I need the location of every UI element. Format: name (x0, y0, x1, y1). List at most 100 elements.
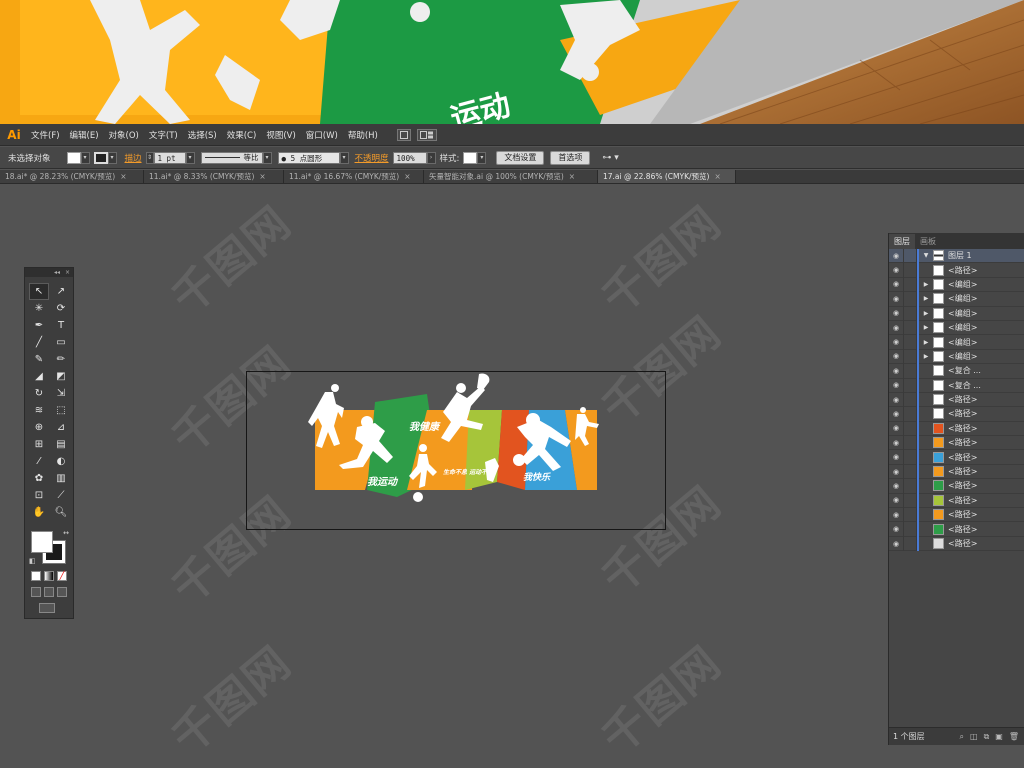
layer-row[interactable]: ◉ <路径> (889, 406, 1024, 422)
opacity-label[interactable]: 不透明度 (355, 152, 389, 164)
lock-toggle[interactable] (903, 536, 917, 551)
eye-icon[interactable]: ◉ (889, 396, 903, 404)
magic-wand-tool-icon[interactable]: ✳ (29, 300, 49, 317)
doc-tab-active[interactable]: 17.ai @ 22.86% (CMYK/预览) × (598, 170, 736, 183)
layer-row[interactable]: ◉ <路径> (889, 449, 1024, 465)
eye-icon[interactable]: ◉ (889, 324, 903, 332)
new-layer-icon[interactable]: ▣ (995, 732, 1003, 742)
eye-icon[interactable]: ◉ (889, 352, 903, 360)
lock-toggle[interactable] (903, 449, 917, 465)
paintbrush-tool-icon[interactable]: ✎ (29, 351, 49, 368)
close-icon[interactable]: × (714, 172, 720, 181)
perspective-grid-tool-icon[interactable]: ⊿ (51, 419, 71, 436)
eye-icon[interactable]: ◉ (889, 482, 903, 490)
close-icon[interactable]: × (569, 172, 575, 181)
lock-toggle[interactable] (903, 363, 917, 379)
lock-toggle[interactable] (903, 378, 917, 393)
zoom-tool-icon[interactable]: 🔍︎ (51, 504, 71, 521)
graphic-style-swatch[interactable] (463, 151, 478, 164)
lock-toggle[interactable] (903, 493, 917, 508)
hand-tool-icon[interactable]: ✋ (29, 504, 49, 521)
lock-toggle[interactable] (903, 392, 917, 407)
fill-color-box[interactable] (31, 531, 53, 553)
lock-toggle[interactable] (903, 291, 917, 307)
layer-row[interactable]: ◉ <路径> (889, 521, 1024, 537)
close-icon[interactable]: × (65, 269, 70, 276)
layer-row[interactable]: ◉ <路径> (889, 262, 1024, 278)
close-icon[interactable]: × (404, 172, 410, 181)
artboard[interactable]: 我运动 我健康 生命不息 运动不止 我快乐 (246, 371, 666, 530)
slice-tool-icon[interactable]: ⟋ (51, 487, 71, 504)
selection-tool-icon[interactable]: ↖ (29, 283, 49, 300)
stroke-dropdown[interactable]: ▾ (107, 151, 117, 164)
menu-file[interactable]: 文件(F) (26, 129, 65, 141)
stroke-weight-field[interactable]: 1 pt (153, 151, 186, 164)
twirl-right-icon[interactable]: ▶ (919, 310, 933, 317)
locate-object-icon[interactable]: ⌕ (960, 732, 964, 742)
lock-toggle[interactable] (903, 277, 917, 292)
eye-icon[interactable]: ◉ (889, 252, 903, 260)
layer-row[interactable]: ◉ ▶ <编组> (889, 349, 1024, 365)
lock-toggle[interactable] (903, 507, 917, 522)
lock-toggle[interactable] (903, 464, 917, 479)
menu-view[interactable]: 视图(V) (261, 129, 300, 141)
menu-edit[interactable]: 编辑(E) (65, 129, 104, 141)
pencil-tool-icon[interactable]: ✏ (51, 351, 71, 368)
menu-object[interactable]: 对象(O) (104, 129, 144, 141)
lock-toggle[interactable] (903, 248, 917, 263)
scale-tool-icon[interactable]: ⇲ (51, 385, 71, 402)
graphic-style-dropdown[interactable]: ▾ (477, 151, 487, 164)
draw-behind-icon[interactable] (44, 587, 54, 597)
lock-toggle[interactable] (903, 306, 917, 321)
lock-toggle[interactable] (903, 262, 917, 278)
eye-icon[interactable]: ◉ (889, 424, 903, 432)
twirl-right-icon[interactable]: ▶ (919, 339, 933, 346)
layer-row[interactable]: ◉ ▶ <编组> (889, 334, 1024, 350)
eye-icon[interactable]: ◉ (889, 367, 903, 375)
tools-panel-header[interactable]: ◂◂ × (25, 268, 73, 277)
brush-dropdown[interactable]: ▾ (339, 151, 349, 164)
eye-icon[interactable]: ◉ (889, 439, 903, 447)
stroke-label[interactable]: 描边 (125, 152, 142, 164)
opacity-field[interactable]: 100% (392, 151, 427, 164)
collapse-icon[interactable]: ◂◂ (54, 269, 60, 276)
eye-icon[interactable]: ◉ (889, 525, 903, 533)
column-graph-tool-icon[interactable]: ▥ (51, 470, 71, 487)
blob-brush-tool-icon[interactable]: ◢ (29, 368, 49, 385)
doc-tab[interactable]: 11.ai* @ 16.67% (CMYK/预览) × (284, 170, 424, 183)
line-tool-icon[interactable]: ╱ (29, 334, 49, 351)
clipping-mask-icon[interactable]: ◫ (970, 732, 978, 742)
twirl-right-icon[interactable]: ▶ (919, 295, 933, 302)
twirl-down-icon[interactable]: ▼ (919, 252, 933, 259)
doc-tab[interactable]: 11.ai* @ 8.33% (CMYK/预览) × (144, 170, 284, 183)
fill-swatch[interactable] (66, 151, 81, 164)
tab-artboards[interactable]: 画板 (915, 234, 941, 249)
gradient-mode-icon[interactable] (44, 571, 54, 581)
eye-icon[interactable]: ◉ (889, 511, 903, 519)
eye-icon[interactable]: ◉ (889, 280, 903, 288)
menu-select[interactable]: 选择(S) (183, 129, 222, 141)
mesh-tool-icon[interactable]: ⊞ (29, 436, 49, 453)
lock-toggle[interactable] (903, 334, 917, 350)
type-tool-icon[interactable]: T (51, 317, 71, 334)
twirl-right-icon[interactable]: ▶ (919, 281, 933, 288)
document-setup-button[interactable]: 文档设置 (496, 150, 545, 165)
eyedropper-tool-icon[interactable]: ⁄ (29, 453, 49, 470)
pen-tool-icon[interactable]: ✒ (29, 317, 49, 334)
shape-builder-tool-icon[interactable]: ⊕ (29, 419, 49, 436)
direct-selection-tool-icon[interactable]: ↗ (51, 283, 71, 300)
control-bar-menu-icon[interactable]: ⊶ ▾ (602, 153, 618, 163)
eye-icon[interactable]: ◉ (889, 496, 903, 504)
stroke-weight-stepper[interactable]: ⇕ (145, 151, 154, 164)
stroke-swatch[interactable] (93, 151, 108, 164)
layer-row[interactable]: ◉ <路径> (889, 435, 1024, 451)
stroke-profile-field[interactable]: 等比 (200, 151, 263, 164)
blend-tool-icon[interactable]: ◐ (51, 453, 71, 470)
menu-help[interactable]: 帮助(H) (343, 129, 383, 141)
opacity-dropdown[interactable]: › (426, 151, 436, 164)
preferences-button[interactable]: 首选项 (550, 150, 591, 165)
lock-toggle[interactable] (903, 320, 917, 335)
none-mode-icon[interactable]: ╱ (57, 571, 67, 581)
arrange-documents-icon[interactable] (416, 128, 437, 141)
default-colors-icon[interactable]: ◧ (29, 557, 36, 565)
